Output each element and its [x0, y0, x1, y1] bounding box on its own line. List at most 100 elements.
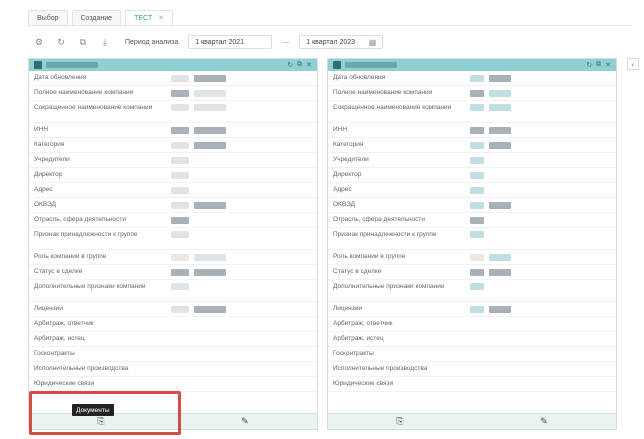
redacted-block: [171, 141, 189, 149]
redacted-block: [194, 201, 226, 209]
redacted-block: [171, 104, 189, 111]
field-row: Лицензии: [29, 302, 317, 317]
redacted-block: [489, 253, 511, 261]
redacted-block: [470, 216, 484, 224]
redacted-block: [470, 171, 484, 179]
redacted-block: [171, 216, 189, 224]
field-row: Дополнительные признаки компании: [29, 280, 317, 302]
field-label: Арбитраж, ответчик: [333, 320, 393, 327]
field-value-redacted: [470, 171, 611, 179]
field-label: Признак принадлежности к группе: [333, 231, 437, 238]
redacted-block: [470, 305, 484, 313]
field-row: Адрес: [29, 183, 317, 198]
redacted-block: [171, 305, 189, 313]
field-value-redacted: [470, 156, 611, 164]
redacted-block: [489, 104, 511, 111]
documents-icon[interactable]: ⎘: [396, 416, 403, 427]
field-label: Учредители: [34, 156, 70, 163]
tab-sozdanie[interactable]: Создание: [71, 10, 122, 25]
redacted-block: [171, 74, 189, 82]
field-label: Дата обновления: [333, 74, 386, 81]
field-row: Директор: [29, 168, 317, 183]
tab-label: Выбор: [37, 14, 59, 22]
tab-bar: Выбор Создание ТЕСТ ✕: [28, 10, 173, 26]
field-row: ОКВЭД: [328, 198, 616, 213]
field-value-redacted: [470, 104, 611, 111]
field-label: ОКВЭД: [34, 201, 57, 208]
redacted-block: [194, 253, 226, 261]
tab-test[interactable]: ТЕСТ ✕: [125, 10, 173, 25]
add-panel-button[interactable]: ‹: [627, 58, 639, 70]
field-value-redacted: [171, 89, 312, 97]
gear-icon[interactable]: ⚙: [33, 36, 45, 48]
field-row: Отрасль, сфера деятельности: [328, 213, 616, 228]
field-row: ИНН: [29, 123, 317, 138]
field-value-redacted: [171, 186, 312, 194]
tab-vybor[interactable]: Выбор: [28, 10, 68, 25]
field-value-redacted: [171, 305, 312, 313]
field-label: Директор: [333, 171, 362, 178]
field-list: Дата обновления Полное наименование компа…: [328, 71, 616, 392]
field-label: ИНН: [34, 126, 49, 133]
field-row: Директор: [328, 168, 616, 183]
redacted-block: [489, 89, 511, 97]
close-icon[interactable]: ✕: [605, 61, 611, 69]
field-label: Исполнительные производства: [34, 365, 129, 372]
field-row: Адрес: [328, 183, 616, 198]
field-value-redacted: [470, 231, 611, 238]
field-row: Учредители: [29, 153, 317, 168]
edit-icon[interactable]: ✎: [540, 416, 548, 427]
panel-header: ↻ ⧉ ✕: [328, 59, 616, 71]
redacted-block: [171, 283, 189, 290]
tab-label: Создание: [80, 14, 113, 22]
redacted-block: [489, 268, 511, 276]
redacted-block: [171, 201, 189, 209]
field-value-redacted: [470, 126, 611, 134]
refresh-icon[interactable]: ↻: [287, 61, 293, 69]
refresh-icon[interactable]: ↻: [55, 36, 67, 48]
close-icon[interactable]: ✕: [306, 61, 312, 69]
redacted-block: [489, 126, 511, 134]
field-row: Юридические связи: [328, 377, 616, 392]
refresh-icon[interactable]: ↻: [586, 61, 592, 69]
checkbox[interactable]: [34, 61, 42, 69]
copy-icon[interactable]: ⧉: [297, 61, 302, 69]
field-label: Учредители: [333, 156, 369, 163]
checkbox[interactable]: [333, 61, 341, 69]
field-row: Сокращенное наименование компании: [29, 101, 317, 123]
field-label: Лицензии: [333, 305, 362, 312]
download-icon[interactable]: ⤓: [99, 36, 111, 48]
field-label: Роль компании в группе: [34, 253, 107, 260]
copy-icon[interactable]: ⧉: [77, 36, 89, 48]
field-row: Юридические связи: [29, 377, 317, 392]
redacted-block: [171, 89, 189, 97]
field-label: Юридические связи: [34, 380, 95, 387]
field-row: Дополнительные признаки компании: [328, 280, 616, 302]
edit-icon[interactable]: ✎: [241, 416, 249, 427]
date-to-field[interactable]: 1 квартал 2023 ▦: [299, 35, 384, 49]
redacted-block: [470, 268, 484, 276]
company-name-redacted: [46, 62, 98, 68]
field-row: Роль компании в группе: [29, 250, 317, 265]
field-row: ОКВЭД: [29, 198, 317, 213]
field-label: Директор: [34, 171, 63, 178]
field-label: Полное наименование компании: [34, 89, 134, 96]
redacted-block: [171, 186, 189, 194]
field-label: Роль компании в группе: [333, 253, 406, 260]
field-row: Арбитраж, ответчик: [29, 317, 317, 332]
calendar-icon[interactable]: ▦: [369, 38, 377, 47]
field-label: Категория: [34, 141, 65, 148]
field-label: Дата обновления: [34, 74, 87, 81]
redacted-block: [470, 89, 484, 97]
redacted-block: [489, 141, 511, 149]
field-value-redacted: [171, 231, 312, 238]
copy-icon[interactable]: ⧉: [596, 61, 601, 69]
date-from-field[interactable]: 1 квартал 2021: [188, 35, 273, 49]
company-panel-right: ↻ ⧉ ✕ Дата обновления Полное наименование…: [327, 58, 617, 430]
redacted-block: [489, 305, 511, 313]
field-value-redacted: [470, 268, 611, 276]
field-value-redacted: [171, 216, 312, 224]
field-label: ИНН: [333, 126, 348, 133]
field-value-redacted: [171, 104, 312, 111]
close-icon[interactable]: ✕: [158, 14, 164, 22]
